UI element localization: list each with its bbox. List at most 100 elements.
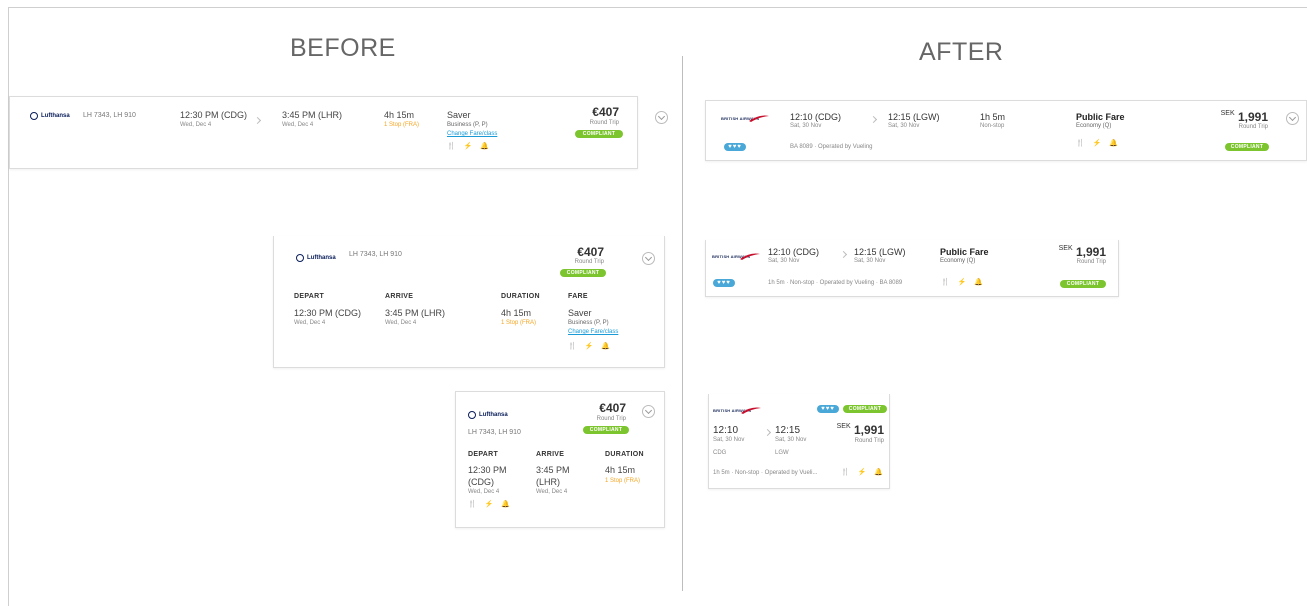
fare-class: Business (P, P) (447, 122, 488, 128)
fare-name: Saver (568, 308, 592, 318)
crane-icon (468, 411, 476, 419)
fare-name: Public Fare (940, 247, 989, 257)
change-fare-link[interactable]: Change Fare/class (568, 329, 618, 335)
amenities: 🍴 ⚡ 🔔 (941, 279, 987, 286)
depart-date: Sat, 30 Nov (713, 437, 745, 443)
lufthansa-logo: Lufthansa (468, 411, 508, 419)
currency: SEK (1220, 110, 1235, 117)
arrow-right-icon (763, 428, 772, 437)
compliant-badge: COMPLIANT (560, 269, 606, 277)
price: €407 (599, 401, 626, 415)
duration: 4h 15m (501, 308, 532, 318)
stops: 1 Stop (FRA) (384, 122, 420, 128)
operated-by: 1h 5m · Non-stop · Operated by Vueling ·… (768, 280, 903, 286)
divider (682, 56, 683, 591)
arrow-right-icon (869, 115, 878, 124)
after-flight-card-small[interactable]: BRITISH AIRWAYS ♥♥♥ COMPLIANT 12:10 Sat,… (708, 394, 890, 489)
compliant-badge: COMPLIANT (843, 405, 887, 413)
label-arrive: ARRIVE (536, 451, 565, 458)
duration: 4h 15m (384, 110, 415, 120)
expand-chevron-icon[interactable] (642, 252, 655, 265)
currency: SEK (836, 423, 851, 430)
british-airways-logo: BRITISH AIRWAYS (712, 251, 760, 261)
fare-class: Economy (Q) (1076, 123, 1112, 129)
depart-time: 12:10 (713, 425, 739, 436)
amenities: 🍴 ⚡ 🔔 (468, 501, 514, 508)
arrive-date: Wed, Dec 4 (385, 320, 417, 326)
speedmarque-icon (740, 253, 760, 260)
depart-time: 12:10 (CDG) (790, 112, 842, 122)
flight-numbers: LH 7343, LH 910 (349, 251, 402, 258)
depart-time: 12:30 PM (CDG) (180, 110, 248, 120)
amenities: 🍴 ⚡ 🔔 (447, 143, 493, 150)
price: SEK 1,991 (836, 423, 884, 437)
after-flight-card-medium[interactable]: BRITISH AIRWAYS 12:10 (CDG) Sat, 30 Nov … (705, 240, 1119, 297)
expand-chevron-icon[interactable] (1286, 112, 1299, 125)
depart-date: Sat, 30 Nov (790, 123, 822, 129)
flight-numbers: LH 7343, LH 910 (468, 429, 521, 436)
depart-airport: (CDG) (468, 477, 494, 487)
depart-time: 12:10 (CDG) (768, 247, 820, 257)
label-duration: DURATION (605, 451, 644, 458)
expand-chevron-icon[interactable] (642, 405, 655, 418)
trip-type: Round Trip (596, 416, 626, 422)
duration: 1h 5m (980, 112, 1006, 122)
before-flight-card-medium[interactable]: Lufthansa LH 7343, LH 910 €407 Round Tri… (273, 236, 665, 368)
speedmarque-icon (741, 407, 761, 414)
arrive-time: 3:45 PM (LHR) (282, 110, 343, 120)
fare-class: Economy (Q) (940, 258, 976, 264)
depart-date: Sat, 30 Nov (768, 258, 800, 264)
price: SEK 1,991 (1058, 245, 1106, 259)
before-heading: BEFORE (290, 34, 396, 62)
expand-chevron-icon[interactable] (655, 111, 668, 124)
before-flight-card-wide[interactable]: Lufthansa LH 7343, LH 910 12:30 PM (CDG)… (9, 96, 668, 169)
label-arrive: ARRIVE (385, 293, 414, 300)
currency: SEK (1058, 245, 1073, 252)
british-airways-logo: BRITISH AIRWAYS (721, 113, 769, 123)
arrive-time: 3:45 PM (536, 465, 570, 475)
arrive-time: 3:45 PM (LHR) (385, 308, 446, 318)
british-airways-logo: BRITISH AIRWAYS (713, 405, 761, 415)
duration: 4h 15m (605, 465, 636, 475)
before-flight-card-small[interactable]: Lufthansa LH 7343, LH 910 €407 Round Tri… (455, 391, 665, 528)
operated-by: 1h 5m · Non-stop · Operated by Vueli... (713, 470, 818, 476)
stops: 1 Stop (FRA) (501, 320, 537, 326)
change-fare-link[interactable]: Change Fare/class (447, 131, 497, 137)
arrive-airport: (LHR) (536, 477, 560, 487)
arrow-right-icon (839, 250, 848, 259)
label-fare: FARE (568, 293, 588, 300)
label-depart: DEPART (294, 293, 325, 300)
preference-hearts-icon: ♥♥♥ (713, 279, 735, 287)
trip-type: Round Trip (574, 259, 604, 265)
price: SEK 1,991 (1220, 110, 1268, 124)
arrive-time: 12:15 (LGW) (888, 112, 940, 122)
amenities: 🍴 ⚡ 🔔 (1076, 140, 1122, 147)
flight-numbers: LH 7343, LH 910 (83, 112, 136, 119)
price: €407 (577, 245, 604, 259)
lufthansa-logo: Lufthansa (296, 254, 336, 262)
operated-by: BA 8089 · Operated by Vueling (790, 144, 873, 150)
lufthansa-logo: Lufthansa (30, 112, 70, 120)
label-duration: DURATION (501, 293, 540, 300)
trip-type: Round Trip (1238, 124, 1268, 130)
after-flight-card-wide[interactable]: BRITISH AIRWAYS 12:10 (CDG) Sat, 30 Nov … (705, 100, 1307, 161)
crane-icon (30, 112, 38, 120)
depart-time: 12:30 PM (468, 465, 507, 475)
arrive-date: Sat, 30 Nov (775, 437, 807, 443)
compliant-badge: COMPLIANT (583, 426, 629, 434)
speedmarque-icon (749, 115, 769, 122)
arrive-date: Sat, 30 Nov (854, 258, 886, 264)
arrive-time: 12:15 (775, 425, 801, 436)
stops: 1 Stop (FRA) (605, 478, 641, 484)
fare-name: Saver (447, 110, 471, 120)
arrive-date: Sat, 30 Nov (888, 123, 920, 129)
arrive-date: Wed, Dec 4 (536, 489, 568, 495)
stops: Non-stop (980, 123, 1005, 129)
depart-airport: CDG (713, 450, 727, 456)
amenities: 🍴 ⚡ 🔔 (568, 343, 614, 350)
fare-class: Business (P, P) (568, 320, 609, 326)
arrow-right-icon (253, 116, 262, 125)
depart-date: Wed, Dec 4 (180, 122, 212, 128)
trip-type: Round Trip (1076, 259, 1106, 265)
crane-icon (296, 254, 304, 262)
